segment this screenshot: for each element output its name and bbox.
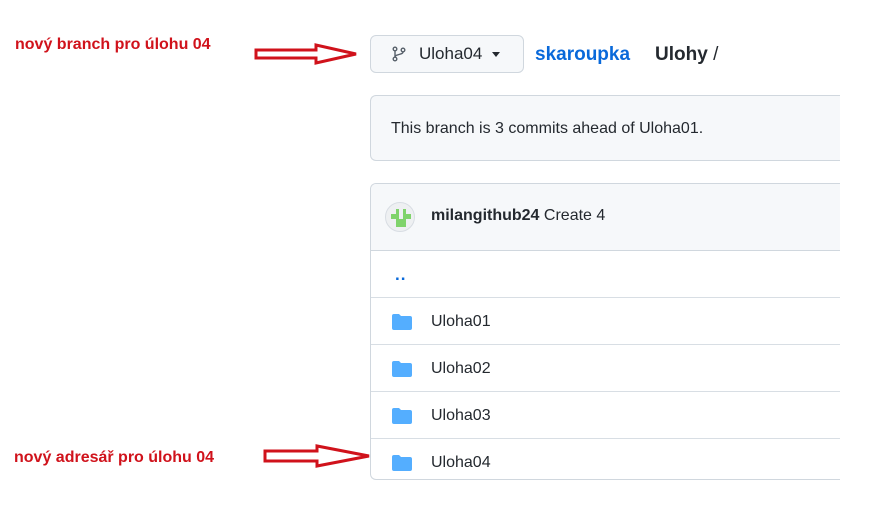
list-item[interactable]: Uloha01: [371, 298, 840, 345]
repo-name[interactable]: Ulohy: [655, 44, 708, 65]
folder-name[interactable]: Uloha03: [431, 407, 491, 425]
folder-name[interactable]: Uloha01: [431, 313, 491, 331]
repo-owner-link[interactable]: skaroupka: [535, 44, 630, 66]
branch-name: Uloha04: [419, 44, 483, 63]
caret-down-icon: [492, 51, 501, 57]
parent-directory-row[interactable]: ..: [371, 251, 840, 298]
commit-message[interactable]: Create 4: [544, 207, 605, 224]
list-item[interactable]: Uloha04: [371, 439, 840, 479]
commit-summary: milangithub24 Create 4: [431, 207, 605, 225]
list-item[interactable]: Uloha02: [371, 345, 840, 392]
folder-icon: [392, 455, 412, 471]
folder-icon: [392, 314, 412, 330]
annotation-arrow-branch: [254, 43, 357, 65]
avatar[interactable]: [385, 202, 415, 232]
folder-icon: [392, 361, 412, 377]
folder-name[interactable]: Uloha04: [431, 454, 491, 472]
annotation-branch: nový branch pro úlohu 04: [15, 36, 211, 53]
file-list: milangithub24 Create 4 .. Uloha01 Uloha0…: [370, 183, 840, 480]
folder-icon: [392, 408, 412, 424]
branch-status-box: This branch is 3 commits ahead of Uloha0…: [370, 95, 840, 161]
folder-name[interactable]: Uloha02: [431, 360, 491, 378]
breadcrumb-separator: /: [713, 44, 719, 65]
commit-author[interactable]: milangithub24: [431, 207, 539, 224]
breadcrumb: Ulohy /: [655, 44, 718, 66]
branch-status-text: This branch is 3 commits ahead of Uloha0…: [391, 120, 704, 137]
annotation-folder: nový adresář pro úlohu 04: [14, 449, 215, 466]
list-item[interactable]: Uloha03: [371, 392, 840, 439]
git-branch-icon: [392, 46, 406, 62]
annotation-arrow-folder: [263, 444, 370, 468]
identicon-icon: [391, 209, 411, 227]
latest-commit-row: milangithub24 Create 4: [371, 184, 840, 251]
parent-directory-link[interactable]: ..: [395, 265, 406, 285]
branch-selector-button[interactable]: Uloha04: [370, 35, 524, 73]
